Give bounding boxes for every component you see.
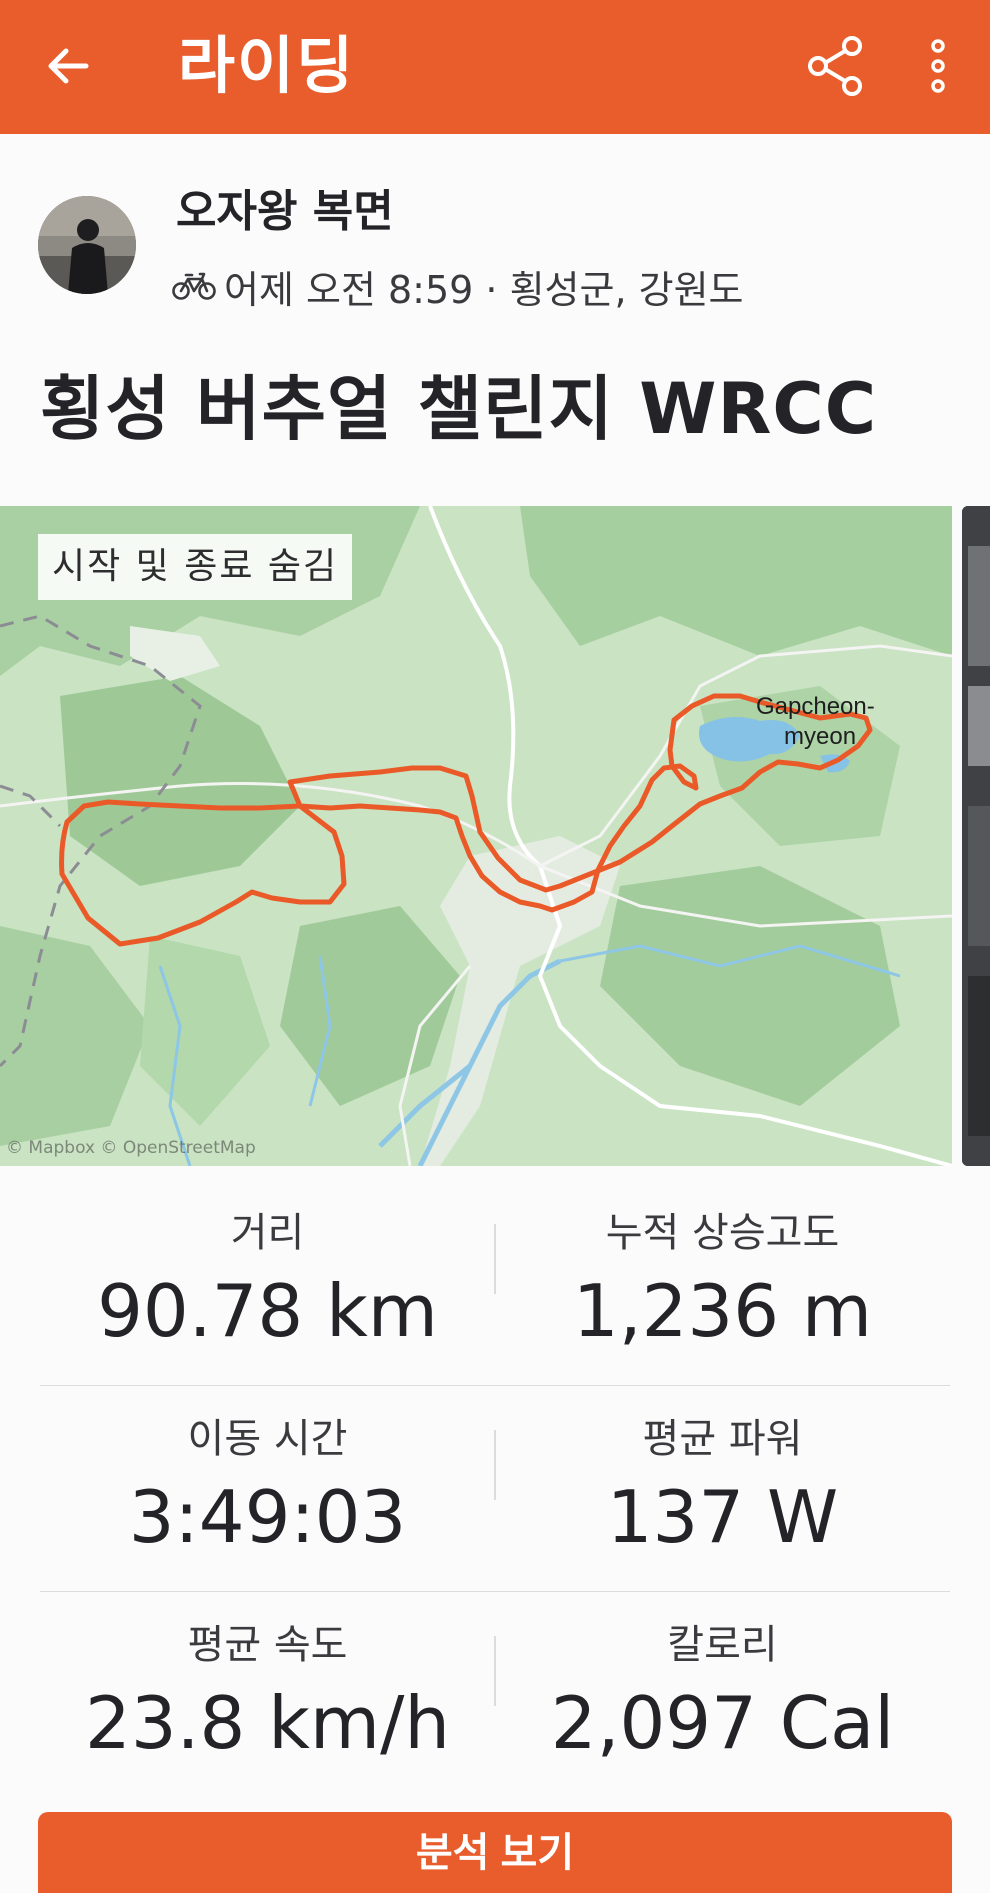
stat-elevation-gain: 누적 상승고도 1,236 m [495, 1180, 950, 1354]
top-app-bar: 라이딩 [0, 0, 990, 134]
place-label-line2: myeon [784, 723, 856, 750]
stat-label: 누적 상승고도 [605, 1210, 840, 1256]
stats-row: 거리 90.78 km 누적 상승고도 1,236 m [40, 1180, 950, 1386]
stat-distance: 거리 90.78 km [40, 1180, 495, 1354]
hide-start-end-toggle[interactable]: 시작 및 종료 숨김 [38, 534, 353, 600]
stat-moving-time: 이동 시간 3:49:03 [40, 1386, 495, 1560]
route-map[interactable]: Gapcheon- myeon 시작 및 종료 숨김 © Mapbox © Op… [0, 506, 952, 1166]
stats-row: 평균 속도 23.8 km/h 칼로리 2,097 Cal [40, 1592, 950, 1798]
stat-value: 1,236 m [572, 1269, 873, 1353]
stat-value: 137 W [606, 1475, 839, 1559]
stat-label: 평균 파워 [642, 1416, 803, 1462]
stat-value: 3:49:03 [128, 1475, 407, 1559]
stat-label: 거리 [230, 1210, 305, 1256]
stat-label: 이동 시간 [187, 1416, 348, 1462]
view-analysis-button[interactable]: 분석 보기 [38, 1812, 952, 1893]
map-terrain: Gapcheon- myeon [0, 506, 952, 1166]
stats-row: 이동 시간 3:49:03 평균 파워 137 W [40, 1386, 950, 1592]
stat-label: 평균 속도 [187, 1622, 348, 1668]
avatar-photo [38, 196, 136, 294]
place-label-line1: Gapcheon- [756, 693, 875, 720]
activity-meta: 어제 오전 8:59 · 횡성군, 강원도 [172, 260, 744, 312]
stat-calories: 칼로리 2,097 Cal [495, 1592, 950, 1766]
athlete-avatar[interactable] [38, 196, 136, 294]
stat-value: 2,097 Cal [550, 1681, 895, 1765]
stat-label: 칼로리 [667, 1622, 778, 1668]
bicycle-icon [172, 272, 216, 300]
more-options-button[interactable] [918, 34, 958, 98]
activity-meta-text: 어제 오전 8:59 · 횡성군, 강원도 [224, 267, 744, 312]
more-vertical-icon [931, 39, 945, 93]
stat-average-power: 평균 파워 137 W [495, 1386, 950, 1560]
page-title: 라이딩 [178, 29, 356, 102]
share-button[interactable] [804, 34, 868, 98]
stat-average-speed: 평균 속도 23.8 km/h [40, 1592, 495, 1766]
stat-value: 23.8 km/h [85, 1681, 450, 1765]
athlete-name[interactable]: 오자왕 복면 [176, 186, 394, 238]
arrow-left-icon [48, 48, 89, 84]
stats-grid: 거리 90.78 km 누적 상승고도 1,236 m 이동 시간 3:49:0… [40, 1180, 950, 1798]
stat-value: 90.78 km [97, 1269, 438, 1353]
photo-preview [962, 506, 990, 1166]
back-button[interactable] [40, 38, 96, 94]
next-photo-thumbnail[interactable] [962, 506, 990, 1166]
activity-title: 횡성 버추얼 챌린지 WRCC [40, 368, 878, 450]
share-icon [808, 36, 862, 96]
map-attribution[interactable]: © Mapbox © OpenStreetMap [6, 1138, 256, 1158]
